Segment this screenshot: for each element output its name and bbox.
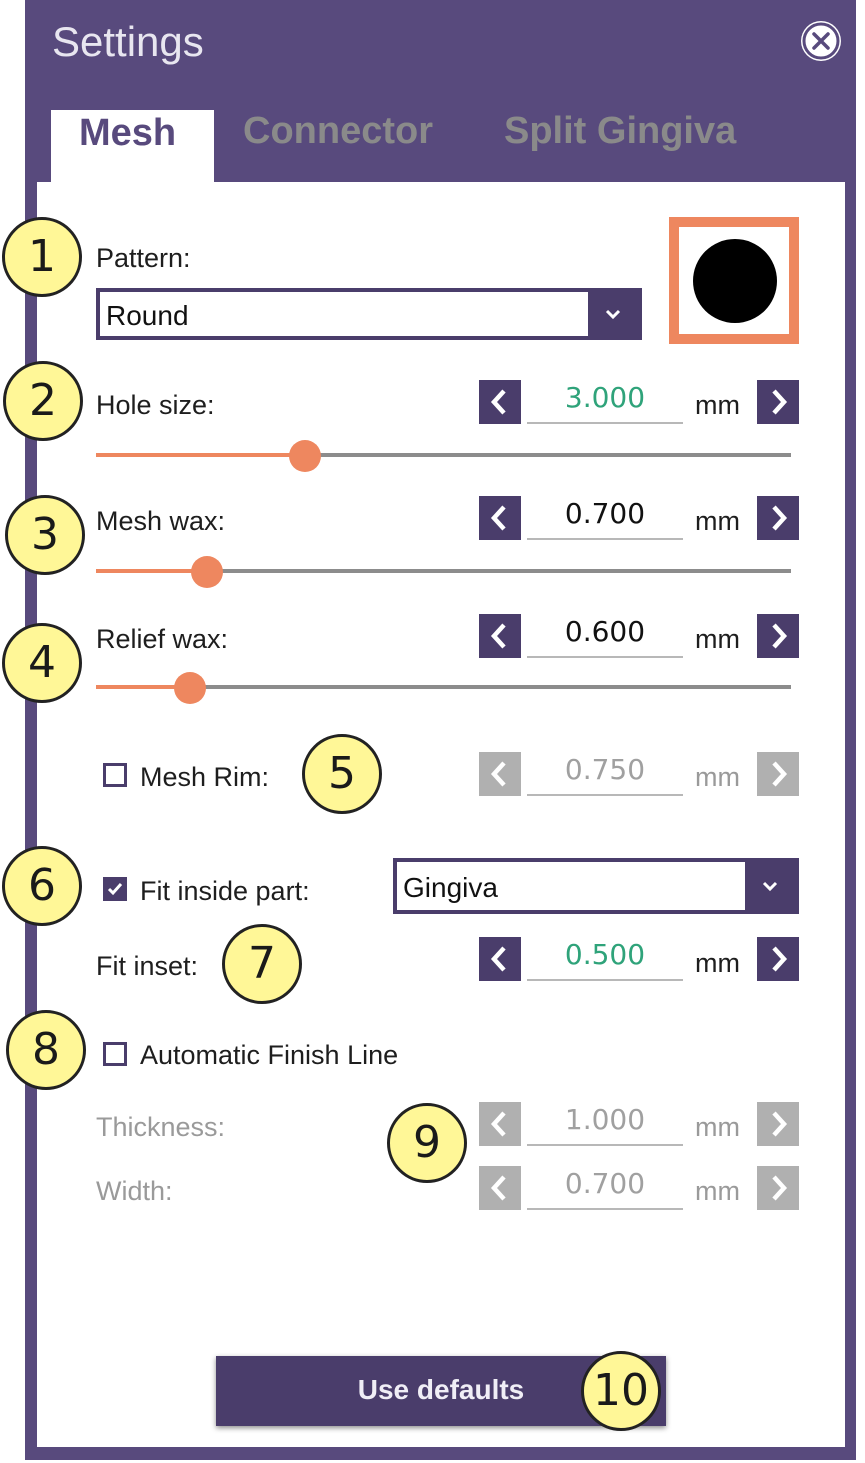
fit-inside-select[interactable]: Gingiva xyxy=(393,858,799,914)
mesh-wax-increment-button[interactable] xyxy=(757,496,799,540)
pattern-preview xyxy=(669,217,799,344)
width-unit: mm xyxy=(695,1176,740,1206)
fit-inset-increment-button[interactable] xyxy=(757,937,799,981)
hole-size-label: Hole size: xyxy=(96,390,215,420)
callout-6: 6 xyxy=(2,846,82,926)
relief-wax-increment-button[interactable] xyxy=(757,614,799,658)
hole-size-increment-button[interactable] xyxy=(757,380,799,424)
callout-5: 5 xyxy=(302,734,382,814)
chevron-left-icon xyxy=(490,946,506,972)
chevron-left-icon xyxy=(490,389,506,415)
automatic-finish-line-checkbox[interactable] xyxy=(103,1042,127,1066)
thickness-increment-button[interactable] xyxy=(757,1102,799,1146)
width-label: Width: xyxy=(96,1176,173,1206)
mesh-rim-decrement-button[interactable] xyxy=(479,752,521,796)
chevron-left-icon xyxy=(490,623,506,649)
pattern-select-value: Round xyxy=(106,300,189,331)
mesh-wax-slider-thumb[interactable] xyxy=(191,556,223,588)
relief-wax-slider-thumb[interactable] xyxy=(174,672,206,704)
callout-10: 10 xyxy=(581,1351,661,1431)
chevron-right-icon xyxy=(772,505,788,531)
fit-inside-label: Fit inside part: xyxy=(140,876,310,906)
round-pattern-icon xyxy=(693,239,777,323)
relief-wax-unit: mm xyxy=(695,624,740,654)
mesh-wax-label: Mesh wax: xyxy=(96,506,226,536)
chevron-right-icon xyxy=(772,946,788,972)
callout-9: 9 xyxy=(387,1103,467,1183)
automatic-finish-line-label: Automatic Finish Line xyxy=(140,1040,399,1070)
tab-mesh[interactable]: Mesh xyxy=(51,110,214,182)
mesh-wax-decrement-button[interactable] xyxy=(479,496,521,540)
callout-4: 4 xyxy=(2,623,82,703)
fit-inset-input[interactable]: 0.500 xyxy=(527,937,683,981)
relief-wax-label: Relief wax: xyxy=(96,624,229,654)
tab-connector[interactable]: Connector xyxy=(243,110,433,153)
relief-wax-decrement-button[interactable] xyxy=(479,614,521,658)
checkmark-icon xyxy=(107,883,123,896)
chevron-right-icon xyxy=(772,623,788,649)
chevron-down-icon xyxy=(762,881,778,892)
callout-1: 1 xyxy=(2,217,82,297)
relief-wax-input[interactable]: 0.600 xyxy=(527,614,683,658)
chevron-right-icon xyxy=(772,389,788,415)
callout-8: 8 xyxy=(6,1010,86,1090)
mesh-settings-panel xyxy=(37,182,845,1447)
callout-3: 3 xyxy=(5,495,85,575)
mesh-rim-increment-button[interactable] xyxy=(757,752,799,796)
chevron-right-icon xyxy=(772,1175,788,1201)
width-input[interactable]: 0.700 xyxy=(527,1166,683,1210)
hole-size-slider-thumb[interactable] xyxy=(289,440,321,472)
mesh-wax-input[interactable]: 0.700 xyxy=(527,496,683,540)
mesh-rim-checkbox[interactable] xyxy=(103,763,127,787)
chevron-left-icon xyxy=(490,1175,506,1201)
window-title: Settings xyxy=(52,18,204,65)
fit-inside-checkbox[interactable] xyxy=(103,877,127,901)
pattern-select[interactable]: Round xyxy=(96,288,642,340)
fit-inset-decrement-button[interactable] xyxy=(479,937,521,981)
thickness-decrement-button[interactable] xyxy=(479,1102,521,1146)
mesh-wax-unit: mm xyxy=(695,506,740,536)
chevron-right-icon xyxy=(772,1111,788,1137)
close-icon xyxy=(802,22,840,60)
chevron-left-icon xyxy=(490,761,506,787)
chevron-left-icon xyxy=(490,505,506,531)
pattern-dropdown-button[interactable] xyxy=(588,292,638,336)
width-increment-button[interactable] xyxy=(757,1166,799,1210)
hole-size-unit: mm xyxy=(695,390,740,420)
pattern-label: Pattern: xyxy=(96,243,191,273)
chevron-left-icon xyxy=(490,1111,506,1137)
hole-size-input[interactable]: 3.000 xyxy=(527,380,683,424)
callout-7: 7 xyxy=(222,924,302,1004)
thickness-label: Thickness: xyxy=(96,1112,226,1142)
mesh-rim-input[interactable]: 0.750 xyxy=(527,752,683,796)
tab-split-gingiva[interactable]: Split Gingiva xyxy=(504,110,736,153)
hole-size-decrement-button[interactable] xyxy=(479,380,521,424)
thickness-input[interactable]: 1.000 xyxy=(527,1102,683,1146)
fit-inset-label: Fit inset: xyxy=(96,951,199,981)
tab-mesh-label: Mesh xyxy=(79,112,177,154)
chevron-down-icon xyxy=(605,309,621,320)
callout-2: 2 xyxy=(3,361,83,441)
hole-size-slider-fill xyxy=(96,453,305,457)
close-button[interactable] xyxy=(801,21,841,61)
thickness-unit: mm xyxy=(695,1112,740,1142)
mesh-rim-label: Mesh Rim: xyxy=(140,762,270,792)
width-decrement-button[interactable] xyxy=(479,1166,521,1210)
chevron-right-icon xyxy=(772,761,788,787)
mesh-rim-unit: mm xyxy=(695,762,740,792)
fit-inside-dropdown-button[interactable] xyxy=(745,862,795,910)
fit-inset-unit: mm xyxy=(695,948,740,978)
fit-inside-select-value: Gingiva xyxy=(403,872,498,903)
